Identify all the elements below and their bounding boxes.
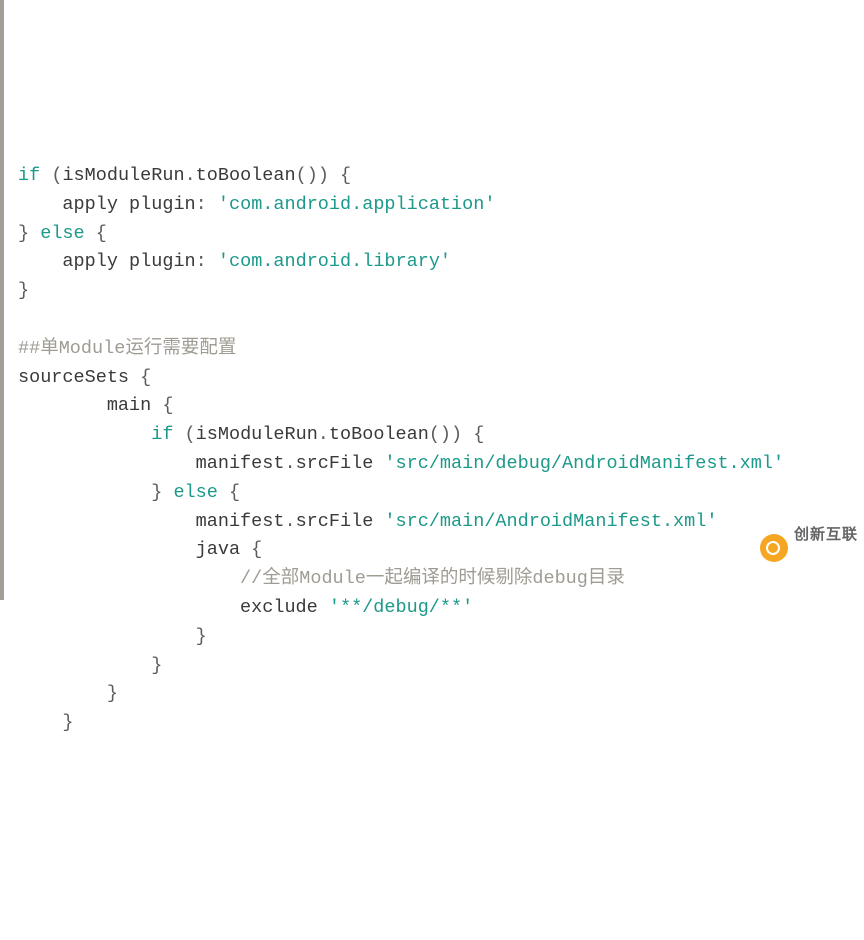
line-12: manifest.srcFile 'src/main/AndroidManife… bbox=[18, 511, 717, 532]
brace-open: { bbox=[162, 395, 173, 416]
brace-close: } bbox=[18, 280, 29, 301]
identifier: plugin bbox=[129, 251, 196, 272]
watermark-text: 创新互联 bbox=[794, 500, 858, 596]
keyword-else: else bbox=[173, 482, 217, 503]
brace-open: ) { bbox=[318, 165, 351, 186]
identifier: plugin bbox=[129, 194, 196, 215]
method-call: toBoolean bbox=[329, 424, 429, 445]
indent bbox=[18, 597, 240, 618]
line-11: } else { bbox=[18, 482, 240, 503]
indent bbox=[18, 626, 196, 647]
indent bbox=[18, 655, 151, 676]
keyword-if: if bbox=[151, 424, 173, 445]
colon: : bbox=[196, 251, 218, 272]
watermark-title: 创新互联 bbox=[794, 527, 858, 544]
identifier: isModuleRun bbox=[196, 424, 318, 445]
line-15: exclude '**/debug/**' bbox=[18, 597, 473, 618]
identifier: srcFile bbox=[296, 511, 374, 532]
brace-close: } bbox=[151, 655, 162, 676]
space bbox=[118, 194, 129, 215]
string-literal: 'src/main/AndroidManifest.xml' bbox=[384, 511, 717, 532]
line-2: apply plugin: 'com.android.application' bbox=[18, 194, 495, 215]
method-call: toBoolean bbox=[196, 165, 296, 186]
brace-close: } bbox=[107, 683, 118, 704]
space bbox=[318, 597, 329, 618]
parens: () bbox=[429, 424, 451, 445]
brace-open: { bbox=[251, 539, 262, 560]
space bbox=[118, 251, 129, 272]
line-7: sourceSets { bbox=[18, 367, 151, 388]
dot: . bbox=[284, 511, 295, 532]
line-17: } bbox=[18, 655, 162, 676]
watermark-logo-icon bbox=[760, 534, 788, 562]
string-literal: '**/debug/**' bbox=[329, 597, 473, 618]
identifier: apply bbox=[62, 251, 118, 272]
brace-close: } bbox=[151, 482, 162, 503]
space bbox=[29, 223, 40, 244]
identifier: srcFile bbox=[296, 453, 374, 474]
parens: () bbox=[296, 165, 318, 186]
brace-open: { bbox=[218, 482, 240, 503]
indent bbox=[18, 539, 196, 560]
string-literal: 'src/main/debug/AndroidManifest.xml' bbox=[384, 453, 784, 474]
indent bbox=[18, 482, 151, 503]
indent bbox=[18, 424, 151, 445]
brace-close: } bbox=[18, 223, 29, 244]
indent bbox=[18, 683, 107, 704]
keyword-else: else bbox=[40, 223, 84, 244]
space bbox=[373, 511, 384, 532]
space bbox=[373, 453, 384, 474]
line-6: ##单Module运行需要配置 bbox=[18, 338, 236, 359]
line-3: } else { bbox=[18, 223, 107, 244]
string-literal: 'com.android.application' bbox=[218, 194, 496, 215]
line-19: } bbox=[18, 712, 74, 733]
line-5: } bbox=[18, 280, 29, 301]
brace-close: } bbox=[62, 712, 73, 733]
identifier: sourceSets bbox=[18, 367, 129, 388]
space bbox=[162, 482, 173, 503]
comment: ##单Module运行需要配置 bbox=[18, 338, 236, 359]
dot: . bbox=[284, 453, 295, 474]
line-10: manifest.srcFile 'src/main/debug/Android… bbox=[18, 453, 784, 474]
colon: : bbox=[196, 194, 218, 215]
brace-open: { bbox=[85, 223, 107, 244]
keyword-if: if bbox=[18, 165, 40, 186]
line-9: if (isModuleRun.toBoolean()) { bbox=[18, 424, 484, 445]
brace-close: } bbox=[196, 626, 207, 647]
identifier: isModuleRun bbox=[62, 165, 184, 186]
dot: . bbox=[185, 165, 196, 186]
identifier: apply bbox=[62, 194, 118, 215]
indent bbox=[18, 251, 62, 272]
identifier: manifest bbox=[196, 511, 285, 532]
line-16: } bbox=[18, 626, 207, 647]
indent bbox=[18, 568, 240, 589]
indent bbox=[18, 395, 107, 416]
brace-open: ) { bbox=[451, 424, 484, 445]
identifier: main bbox=[107, 395, 151, 416]
line-8: main { bbox=[18, 395, 173, 416]
indent bbox=[18, 511, 196, 532]
code-block: if (isModuleRun.toBoolean()) { apply plu… bbox=[18, 162, 846, 738]
indent bbox=[18, 194, 62, 215]
identifier: java bbox=[196, 539, 240, 560]
line-14: //全部Module一起编译的时候剔除debug目录 bbox=[18, 568, 625, 589]
indent bbox=[18, 453, 196, 474]
indent bbox=[18, 712, 62, 733]
identifier: exclude bbox=[240, 597, 318, 618]
brace-open: { bbox=[140, 367, 151, 388]
space bbox=[129, 367, 140, 388]
string-literal: 'com.android.library' bbox=[218, 251, 451, 272]
dot: . bbox=[318, 424, 329, 445]
line-13: java { bbox=[18, 539, 262, 560]
space bbox=[151, 395, 162, 416]
line-18: } bbox=[18, 683, 118, 704]
space bbox=[240, 539, 251, 560]
paren-open: ( bbox=[173, 424, 195, 445]
line-4: apply plugin: 'com.android.library' bbox=[18, 251, 451, 272]
comment: //全部Module一起编译的时候剔除debug目录 bbox=[240, 568, 625, 589]
watermark: 创新互联 bbox=[760, 500, 858, 596]
line-1: if (isModuleRun.toBoolean()) { bbox=[18, 165, 351, 186]
paren-open: ( bbox=[40, 165, 62, 186]
identifier: manifest bbox=[196, 453, 285, 474]
